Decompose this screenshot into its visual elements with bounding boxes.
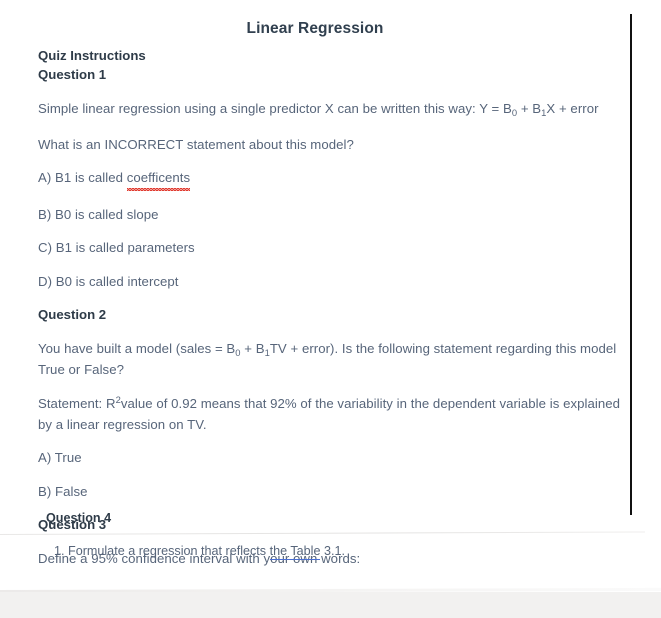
q2-prompt-prefix: You have built a model (sales = B [38, 341, 236, 356]
page-edge-rule [630, 14, 632, 515]
question-1-prompt: Simple linear regression using a single … [38, 99, 620, 120]
question-2-statement: Statement: R2value of 0.92 means that 92… [38, 394, 620, 434]
q4-item-prefix: 1. Formulate a regression that reflects [54, 544, 270, 558]
option-a-text: A) B1 is called [38, 170, 127, 185]
misspelled-word: coefficents [126, 168, 191, 191]
q2-statement-suffix: value of 0.92 means that 92% of the vari… [38, 396, 620, 432]
quiz-body: Quiz Instructions Question 1 Simple line… [38, 46, 620, 569]
q1-prompt-mid: + B [517, 101, 542, 116]
q4-item-suffix: 3.1. [320, 544, 345, 558]
question-4-item-1: 1. Formulate a regression that reflects … [54, 542, 606, 561]
q2-superscript-2: 2 [115, 394, 121, 405]
q2-subscript-1: 1 [264, 347, 270, 358]
q2-subscript-0: 0 [235, 347, 241, 358]
q1-prompt-suffix: X + error [546, 101, 599, 116]
bottom-chrome-band [0, 592, 661, 618]
question-4-heading: Question 4 [46, 511, 112, 525]
q1-subscript-1: 1 [541, 107, 547, 118]
question-1-option-b[interactable]: B) B0 is called slope [38, 205, 620, 225]
question-4-section: Question 4 1. Formulate a regression tha… [46, 509, 606, 561]
question-2-option-b[interactable]: B) False [38, 482, 620, 502]
question-1-option-a[interactable]: A) B1 is called coefficents [38, 168, 620, 191]
q2-statement-prefix: Statement: R [38, 396, 116, 411]
q1-subscript-0: 0 [511, 107, 518, 118]
page-title: Linear Regression [246, 20, 384, 37]
quiz-page: Linear Regression Quiz Instructions Ques… [0, 0, 661, 618]
q2-prompt-mid: + B [240, 341, 265, 356]
question-1-heading: Question 1 [38, 67, 107, 82]
table-reference-link[interactable]: the Table [269, 544, 321, 560]
question-2-heading: Question 2 [38, 307, 107, 322]
question-1-option-c[interactable]: C) B1 is called parameters [38, 238, 620, 258]
question-2-prompt: You have built a model (sales = B0 + B1T… [38, 339, 620, 379]
quiz-instructions-heading: Quiz Instructions [38, 48, 146, 63]
question-1-subprompt: What is an INCORRECT statement about thi… [38, 136, 354, 152]
document-pane: Linear Regression Quiz Instructions Ques… [0, 0, 661, 592]
question-2-option-a[interactable]: A) True [38, 448, 620, 468]
q1-prompt-prefix: Simple linear regression using a single … [38, 101, 512, 116]
question-1-option-d[interactable]: D) B0 is called intercept [38, 272, 620, 292]
